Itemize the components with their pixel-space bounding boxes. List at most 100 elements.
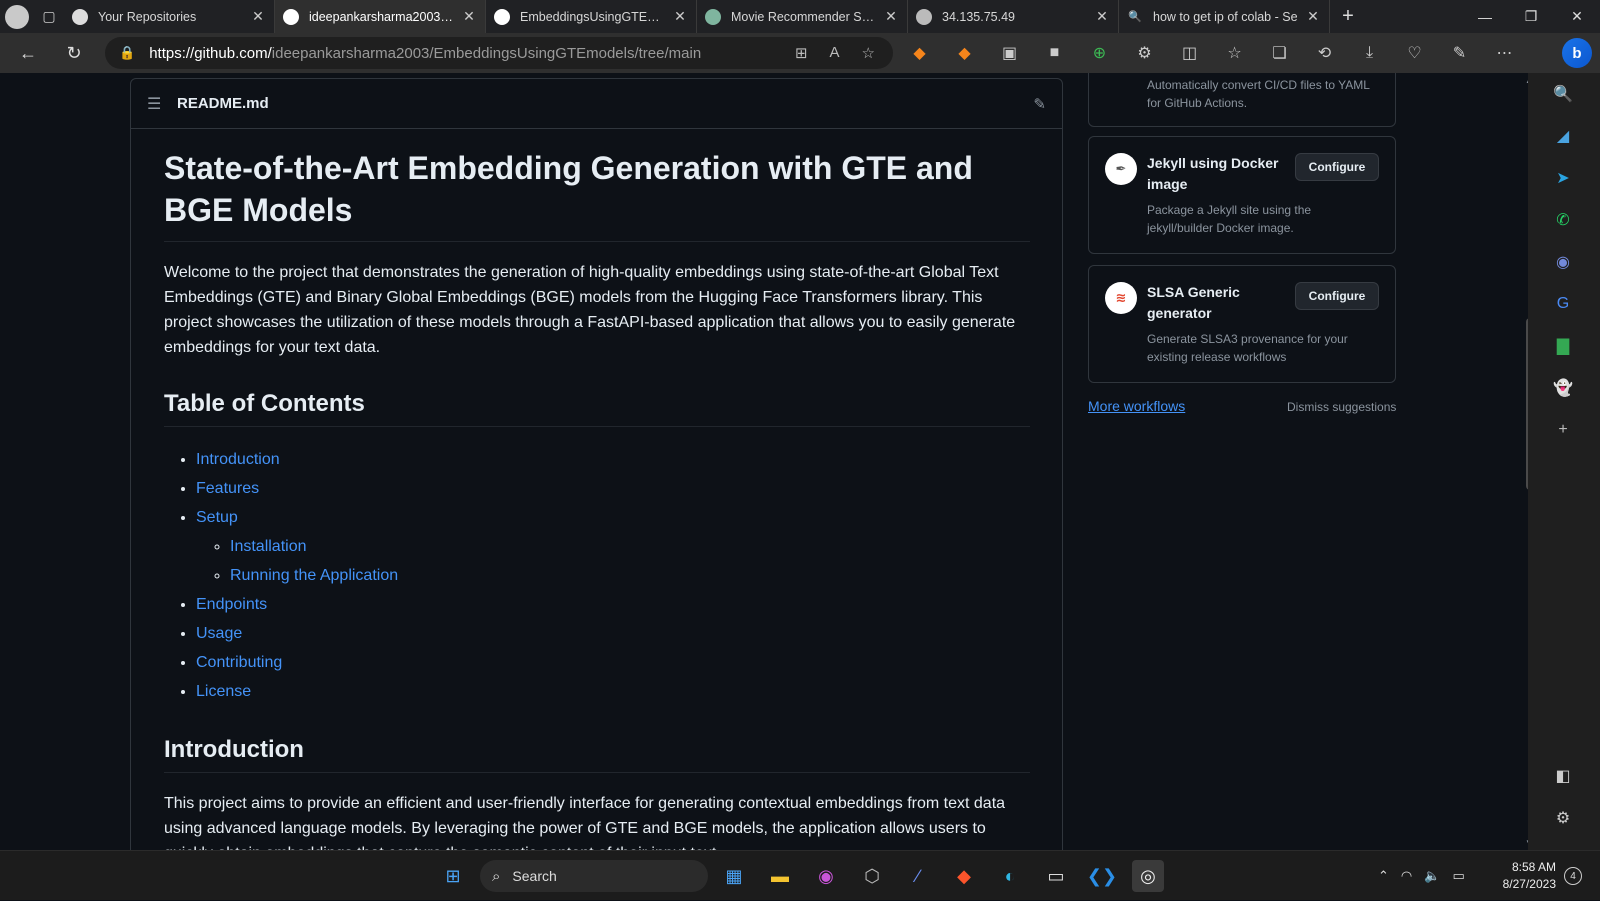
- github-icon: [494, 8, 510, 25]
- tab-actions-icon[interactable]: ▢: [34, 0, 64, 33]
- edge-icon[interactable]: ◐: [994, 860, 1026, 892]
- close-window-icon[interactable]: ✕: [1554, 0, 1600, 33]
- screen-extension-icon[interactable]: ▣: [987, 33, 1032, 73]
- shopping-icon[interactable]: ◢: [1548, 121, 1578, 151]
- snapchat-icon[interactable]: 👻: [1548, 373, 1578, 403]
- search-icon[interactable]: 🔍: [1548, 79, 1578, 109]
- toc-link-setup[interactable]: Setup: [196, 509, 238, 526]
- add-app-icon[interactable]: +: [1548, 415, 1578, 445]
- bing-chat-icon[interactable]: b: [1562, 38, 1592, 68]
- toc-link-introduction[interactable]: Introduction: [196, 451, 280, 468]
- toc-link-running[interactable]: Running the Application: [230, 567, 398, 584]
- chat-icon[interactable]: ▇: [1548, 331, 1578, 361]
- browser-app-icon[interactable]: ◉: [810, 860, 842, 892]
- toc-link-contributing[interactable]: Contributing: [196, 654, 282, 671]
- close-icon[interactable]: ✕: [1094, 8, 1110, 25]
- github-icon: [283, 8, 299, 25]
- mask-extension-icon[interactable]: ■: [1032, 33, 1077, 73]
- toc-link-endpoints[interactable]: Endpoints: [196, 596, 267, 613]
- read-aloud-icon[interactable]: A: [830, 44, 840, 62]
- configure-button[interactable]: Configure: [1295, 153, 1379, 181]
- github-page: ☰ README.md ✎ State-of-the-Art Embedding…: [0, 73, 1524, 850]
- new-tab-button[interactable]: +: [1330, 0, 1366, 33]
- restore-icon[interactable]: ❐: [1508, 0, 1554, 33]
- workflow-card-jekyll: ✒ Jekyll using Docker image Configure Pa…: [1088, 136, 1396, 254]
- sidebar-toggle-icon[interactable]: ◧: [1548, 761, 1578, 791]
- downloads-icon[interactable]: ⤓: [1347, 33, 1392, 73]
- notification-badge[interactable]: 4: [1564, 867, 1582, 885]
- start-menu-icon[interactable]: ⊞: [437, 860, 469, 892]
- volume-icon[interactable]: 🔈: [1424, 868, 1440, 884]
- more-menu-icon[interactable]: ⋯: [1482, 33, 1527, 73]
- metamask-icon[interactable]: ◆: [897, 33, 942, 73]
- tab-label: how to get ip of colab - Se: [1153, 9, 1298, 24]
- whatsapp-icon[interactable]: ✆: [1548, 205, 1578, 235]
- toc-link-license[interactable]: License: [196, 683, 251, 700]
- table-of-contents: Introduction Features Setup Installation…: [164, 445, 1030, 706]
- tab-embeddings[interactable]: EmbeddingsUsingGTEmodels ✕: [486, 0, 697, 33]
- collections-icon[interactable]: ❏: [1257, 33, 1302, 73]
- extensions-icon[interactable]: ⚙: [1122, 33, 1167, 73]
- chevron-up-icon[interactable]: ⌃: [1378, 868, 1389, 884]
- tab-label: 34.135.75.49: [942, 9, 1015, 24]
- search-icon: ⌕: [492, 867, 501, 885]
- outline-list-icon[interactable]: ☰: [147, 94, 177, 114]
- toc-link-installation[interactable]: Installation: [230, 538, 307, 555]
- favorite-star-icon[interactable]: ☆: [862, 44, 875, 62]
- toc-link-features[interactable]: Features: [196, 480, 259, 497]
- minimize-icon[interactable]: —: [1462, 0, 1508, 33]
- discord-icon[interactable]: ◉: [1548, 247, 1578, 277]
- store-icon[interactable]: ▦: [718, 860, 750, 892]
- system-clock[interactable]: 8:58 AM 8/27/2023: [1494, 859, 1556, 893]
- profile-avatar[interactable]: [0, 0, 34, 33]
- workflow-card-partial: Automatically convert CI/CD files to YAM…: [1088, 73, 1396, 127]
- edit-pencil-icon[interactable]: ✎: [1033, 95, 1046, 113]
- tab-movie-recommender[interactable]: Movie Recommender System ✕: [697, 0, 908, 33]
- brave-icon[interactable]: ◆: [948, 860, 980, 892]
- configure-button[interactable]: Configure: [1295, 282, 1379, 310]
- wifi-icon[interactable]: ◠: [1401, 868, 1412, 884]
- tab-ip-address[interactable]: 34.135.75.49 ✕: [908, 0, 1119, 33]
- toc-link-usage[interactable]: Usage: [196, 625, 242, 642]
- workflow-description: Generate SLSA3 provenance for your exist…: [1147, 332, 1348, 364]
- list-item: Setup Installation Running the Applicati…: [196, 503, 1030, 590]
- close-icon[interactable]: ✕: [461, 8, 477, 25]
- back-icon[interactable]: ←: [6, 33, 50, 73]
- split-screen-icon[interactable]: ◫: [1167, 33, 1212, 73]
- fox-extension-icon[interactable]: ◆: [942, 33, 987, 73]
- close-icon[interactable]: ✕: [1305, 8, 1321, 25]
- introduction-text: This project aims to provide an efficien…: [164, 795, 1006, 850]
- readme-header: ☰ README.md ✎: [131, 79, 1062, 129]
- taskbar-search-box[interactable]: ⌕ Search: [480, 860, 708, 892]
- url-text: https://github.com/ideepankarsharma2003/…: [149, 45, 701, 62]
- tab-readme-repo[interactable]: ideepankarsharma2003/Embeddin ✕: [275, 0, 486, 33]
- copilot-icon[interactable]: ✎: [1437, 33, 1482, 73]
- favorites-icon[interactable]: ☆: [1212, 33, 1257, 73]
- dismiss-suggestions-button[interactable]: Dismiss suggestions: [1287, 400, 1396, 414]
- tab-search-colab[interactable]: 🔍 how to get ip of colab - Se ✕: [1119, 0, 1330, 33]
- performance-icon[interactable]: ♡: [1392, 33, 1437, 73]
- settings-icon[interactable]: ⚙: [1548, 803, 1578, 833]
- close-icon[interactable]: ✕: [883, 8, 899, 25]
- refresh-icon[interactable]: ↻: [52, 33, 96, 73]
- translate-icon[interactable]: G: [1548, 289, 1578, 319]
- math-app-icon[interactable]: ∕: [902, 860, 934, 892]
- close-icon[interactable]: ✕: [250, 8, 266, 25]
- add-extension-icon[interactable]: ⊕: [1077, 33, 1122, 73]
- app-available-icon[interactable]: ⊞: [795, 44, 808, 62]
- tab-your-repositories[interactable]: Your Repositories ✕: [64, 0, 275, 33]
- workflow-title: SLSA Generic generator: [1147, 284, 1240, 321]
- obs-icon[interactable]: ◎: [1132, 860, 1164, 892]
- vscode-icon[interactable]: ❮❯: [1086, 860, 1118, 892]
- terminal-icon[interactable]: ▭: [1040, 860, 1072, 892]
- address-bar[interactable]: 🔒 https://github.com/ideepankarsharma200…: [105, 37, 893, 69]
- history-icon[interactable]: ⟲: [1302, 33, 1347, 73]
- url-path: ideepankarsharma2003/EmbeddingsUsingGTEm…: [271, 44, 702, 62]
- unity-icon[interactable]: ⬡: [856, 860, 888, 892]
- system-tray: ⌃ ◠ 🔈 ▭: [1378, 851, 1465, 901]
- more-workflows-link[interactable]: More workflows: [1088, 398, 1185, 414]
- file-explorer-icon[interactable]: ▬: [764, 860, 796, 892]
- close-icon[interactable]: ✕: [672, 8, 688, 25]
- telegram-icon[interactable]: ➤: [1548, 163, 1578, 193]
- battery-icon[interactable]: ▭: [1452, 868, 1464, 884]
